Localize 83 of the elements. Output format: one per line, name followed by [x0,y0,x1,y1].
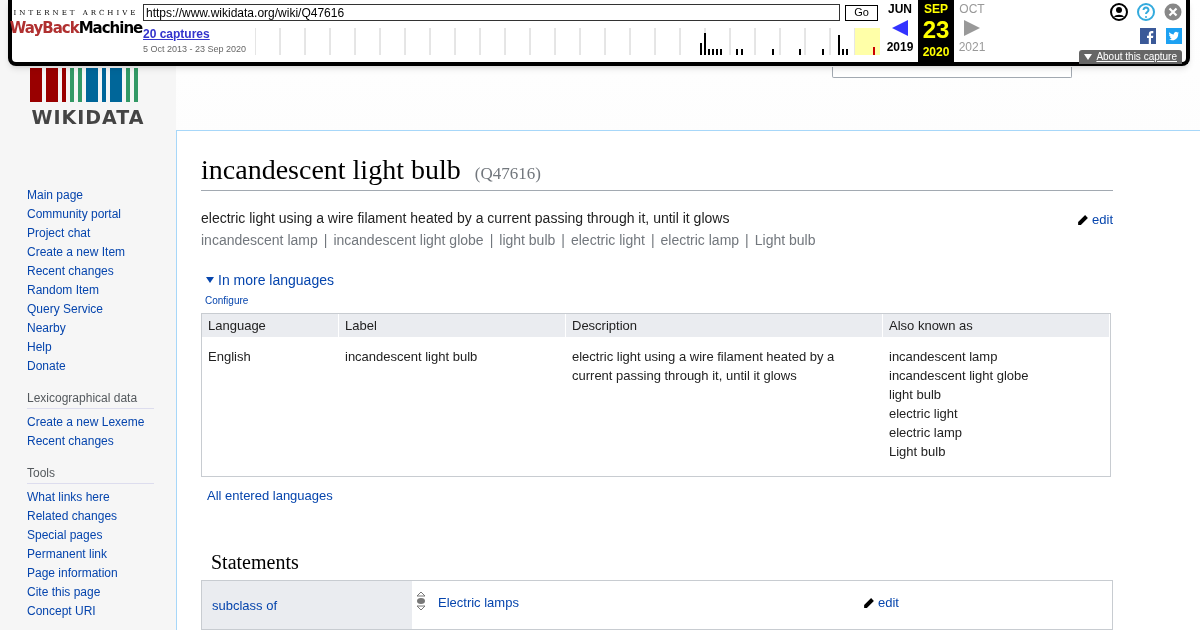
alias-separator: | [650,230,655,250]
alias-entry: light bulb [889,385,943,404]
sidebar-link[interactable]: What links here [27,488,154,507]
sidebar-link[interactable]: Recent changes [27,262,154,281]
sidebar-link[interactable]: Concept URI [27,602,154,621]
go-button[interactable]: Go [845,4,878,21]
search-field[interactable] [832,67,1072,78]
edit-link[interactable]: edit [862,593,899,613]
configure-link[interactable]: Configure [205,292,249,308]
sidebar-link[interactable]: Cite this page [27,583,154,602]
alias-label: electric lamp [660,230,740,250]
column-header: Label [339,313,566,337]
statements-heading: Statements [211,550,300,574]
caret-icon [1084,54,1093,60]
sidebar-link[interactable]: Permanent link [27,545,154,564]
help-icon[interactable] [1137,3,1155,21]
sidebar-heading: Tools [27,465,154,484]
sidebar-link[interactable]: Create a new Item [27,243,154,262]
close-icon[interactable] [1164,3,1182,21]
caret-icon [206,277,214,283]
more-languages-toggle[interactable]: In more languages [206,269,334,291]
month-column[interactable]: JUN 2019 [882,0,918,62]
sidebar-link[interactable]: Create a new Lexeme [27,413,154,432]
alias-label: incandescent lamp [201,230,318,250]
item-id: (Q47616) [474,162,541,185]
alias-entry: incandescent light globe [889,366,1030,385]
year-label: 2021 [958,41,986,53]
sidebar-link[interactable]: Query Service [27,300,154,319]
day-label: 23 [922,18,950,42]
alias-label: electric light [570,230,645,250]
wikidata-wordmark[interactable]: WIKIDATA [31,108,145,127]
capture-date-range: 5 Oct 2013 - 23 Sep 2020 [143,43,248,56]
sidebar-link[interactable]: Page information [27,564,154,583]
alias-entry: electric light [889,404,959,423]
column-header: Language [202,313,339,337]
sidebar-link[interactable]: Nearby [27,319,154,338]
table-cell-text: incandescent light bulb [344,347,479,366]
sidebar-link[interactable]: Related changes [27,507,154,526]
url-field[interactable]: https://www.wikidata.org/wiki/Q47616 [143,4,840,21]
table-cell-text: English [207,347,252,366]
month-column[interactable]: SEP 23 2020 [918,0,954,62]
edit-link[interactable]: edit [1076,210,1113,229]
alias-label: Light bulb [754,230,816,250]
captures-link[interactable]: 20 captures [143,27,255,41]
alias-label: light bulb [499,230,556,250]
column-header: Also known as [883,313,1110,337]
year-label: 2019 [886,41,914,53]
sidebar-link[interactable]: Project chat [27,224,154,243]
all-languages-link[interactable]: All entered languages [207,485,333,505]
rank-icon[interactable] [416,591,426,611]
sidebar-link[interactable]: Donate [27,357,154,376]
previous-arrow-icon[interactable] [892,20,908,36]
alias-separator: | [745,230,749,250]
user-icon[interactable] [1110,3,1128,21]
about-capture-button[interactable]: About this capture [1079,50,1182,64]
sidebar-link[interactable]: Recent changes [27,432,154,451]
sidebar-link[interactable]: Community portal [27,205,154,224]
item-description: electric light using a wire filament heated by a current passing through it, until it glows [201,208,731,228]
month-label: OCT [959,3,985,15]
pencil-icon [1076,212,1091,227]
alias-entry: electric lamp [889,423,963,442]
sidebar-heading: Lexicographical data [27,390,154,409]
facebook-icon[interactable] [1140,28,1156,44]
column-header: Description [566,313,883,337]
twitter-icon[interactable] [1166,28,1182,44]
sidebar-link[interactable]: Special pages [27,526,154,545]
page-title: incandescent light bulb [201,152,461,187]
sidebar-link[interactable]: Main page [27,186,154,205]
sidebar-link[interactable]: Help [27,338,154,357]
alias-separator: | [489,230,494,250]
year-label: 2020 [922,46,950,58]
alias-entry: Light bulb [889,442,947,461]
alias-separator: | [323,230,328,250]
alias-entry: incandescent lamp [889,347,999,366]
value-link[interactable]: Electric lamps [438,593,862,613]
pencil-icon [862,595,876,610]
month-label: SEP [924,3,948,15]
sidebar-link[interactable]: Random Item [27,281,154,300]
alias-label: incandescent light globe [333,230,484,250]
alias-separator: | [561,230,565,250]
month-label: JUN [888,3,912,15]
property-link[interactable]: subclass of [212,598,278,613]
table-cell-text: electric light using a wire filament heated by a current passing through it, until it glows [571,347,836,385]
